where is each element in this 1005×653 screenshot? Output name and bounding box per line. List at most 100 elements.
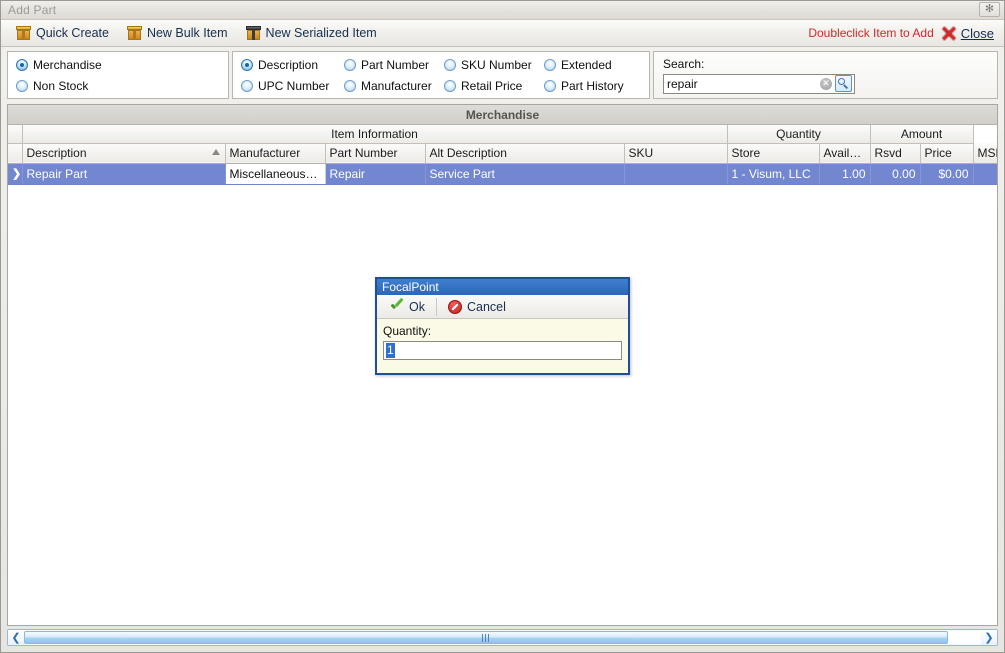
new-bulk-item-button[interactable]: New Bulk Item (118, 21, 237, 45)
main-toolbar: Quick Create New Bulk Item New Serialize… (1, 20, 1004, 47)
column-header-manufacturer[interactable]: Manufacturer (225, 143, 326, 164)
radio-part-number-label: Part Number (361, 57, 430, 72)
radio-part-history-label: Part History (561, 78, 624, 93)
cell-available[interactable]: 1.00 (819, 163, 871, 185)
scroll-track[interactable] (24, 631, 981, 644)
grid-header-row: Description Manufacturer Part Number Alt… (8, 143, 997, 164)
radio-part-history[interactable]: Part History (544, 79, 639, 93)
grid-scroll-area[interactable]: Item Information Quantity Amount Descrip… (8, 125, 997, 625)
column-header-store[interactable]: Store (727, 143, 820, 164)
dialog-toolbar-separator (435, 297, 437, 316)
radio-extended[interactable]: Extended (544, 58, 639, 72)
search-field-column-4: Extended Part History (544, 58, 639, 93)
band-quantity: Quantity (727, 125, 871, 144)
quick-create-label: Quick Create (36, 26, 109, 40)
column-header-available[interactable]: Availa... (819, 143, 871, 164)
toolbar-right-group: Doubleclick Item to Add Close (808, 26, 998, 41)
cell-sku[interactable] (624, 163, 728, 185)
radio-upc-number[interactable]: UPC Number (241, 79, 344, 93)
cell-alt-description[interactable]: Service Part (425, 163, 625, 185)
search-input[interactable] (667, 76, 820, 91)
red-x-icon (942, 26, 956, 41)
cell-manufacturer[interactable]: Miscellaneous In ... (225, 163, 326, 185)
window-titlebar: Add Part ✻ (1, 1, 1004, 20)
grid-caption: Merchandise (8, 105, 997, 125)
cell-description[interactable]: Repair Part (22, 163, 226, 185)
radio-non-stock-label: Non Stock (33, 78, 89, 93)
column-header-sku[interactable]: SKU (624, 143, 728, 164)
dialog-cancel-button[interactable]: Cancel (439, 297, 515, 317)
new-bulk-item-label: New Bulk Item (146, 26, 228, 40)
search-field-column-1: Description UPC Number (241, 58, 344, 93)
radio-icon (344, 79, 356, 92)
cell-rsvd[interactable]: 0.00 (870, 163, 921, 185)
radio-icon (16, 79, 28, 92)
radio-merchandise-label: Merchandise (33, 57, 102, 72)
quick-create-button[interactable]: Quick Create (7, 21, 118, 45)
filter-panels: Merchandise Non Stock Description UPC Nu… (7, 51, 998, 99)
grid-indicator-header (8, 143, 23, 164)
scroll-right-arrow[interactable]: ❯ (981, 630, 997, 645)
radio-icon (544, 79, 556, 92)
radio-icon (16, 58, 28, 71)
column-header-part-number[interactable]: Part Number (325, 143, 426, 164)
column-header-msr[interactable]: MSR (973, 143, 997, 164)
merchandise-table: Item Information Quantity Amount Descrip… (8, 125, 997, 185)
grid-indicator-band (8, 125, 23, 144)
clear-circle-icon[interactable]: ✕ (820, 77, 832, 90)
radio-upc-number-label: UPC Number (258, 78, 330, 93)
search-field-column-3: SKU Number Retail Price (444, 58, 544, 93)
radio-description[interactable]: Description (241, 58, 344, 72)
dialog-titlebar: FocalPoint (377, 279, 628, 295)
dialog-ok-label: Ok (409, 299, 425, 314)
cell-store[interactable]: 1 - Visum, LLC (727, 163, 820, 185)
dialog-ok-button[interactable]: Ok (381, 297, 434, 317)
search-box[interactable]: ✕ (663, 73, 855, 94)
column-header-alt-description[interactable]: Alt Description (425, 143, 625, 164)
radio-sku-number[interactable]: SKU Number (444, 58, 544, 72)
cell-price[interactable]: $0.00 (920, 163, 974, 185)
radio-sku-number-label: SKU Number (461, 57, 532, 72)
close-button[interactable]: Close (942, 26, 994, 41)
scroll-left-arrow[interactable]: ❮ (8, 630, 24, 645)
quantity-dialog: FocalPoint Ok Cancel Quantity: 1 (375, 277, 630, 375)
quantity-input[interactable]: 1 (383, 341, 622, 360)
new-serialized-item-label: New Serialized Item (265, 26, 377, 40)
dialog-toolbar: Ok Cancel (377, 295, 628, 319)
horizontal-scrollbar[interactable]: ❮ ❯ (7, 629, 998, 646)
doubleclick-hint: Doubleclick Item to Add (808, 26, 934, 40)
green-check-icon (390, 300, 404, 313)
sort-ascending-icon (211, 148, 220, 155)
row-indicator: ❯ (8, 163, 23, 185)
box-icon (126, 26, 142, 40)
serialized-box-icon (245, 26, 261, 40)
table-row[interactable]: ❯ Repair Part Miscellaneous In ... Repai… (8, 163, 997, 185)
column-header-rsvd[interactable]: Rsvd (870, 143, 921, 164)
radio-merchandise[interactable]: Merchandise (16, 58, 134, 72)
grid-band-row: Item Information Quantity Amount (8, 125, 997, 144)
band-amount: Amount (870, 125, 974, 144)
item-type-column: Merchandise Non Stock (16, 58, 134, 93)
radio-icon (241, 79, 253, 92)
cell-msr[interactable]: $ (973, 163, 997, 185)
scroll-thumb[interactable] (24, 631, 948, 644)
radio-manufacturer[interactable]: Manufacturer (344, 79, 444, 93)
magnifier-icon (838, 78, 849, 89)
radio-part-number[interactable]: Part Number (344, 58, 444, 72)
column-header-description[interactable]: Description (22, 143, 226, 164)
grip-icon (482, 633, 490, 642)
window-close-button[interactable]: ✻ (979, 2, 1000, 17)
close-label: Close (960, 25, 994, 41)
box-icon (16, 26, 31, 40)
new-serialized-item-button[interactable]: New Serialized Item (237, 21, 386, 45)
column-header-price[interactable]: Price (920, 143, 974, 164)
column-header-description-label: Description (26, 146, 87, 160)
window-title: Add Part (8, 3, 57, 17)
radio-icon (241, 58, 253, 71)
search-go-button[interactable] (835, 75, 852, 92)
cell-part-number[interactable]: Repair (325, 163, 426, 185)
radio-retail-price[interactable]: Retail Price (444, 79, 544, 93)
radio-non-stock[interactable]: Non Stock (16, 79, 134, 93)
dialog-body: Quantity: 1 (377, 319, 628, 373)
search-field-column-2: Part Number Manufacturer (344, 58, 444, 93)
